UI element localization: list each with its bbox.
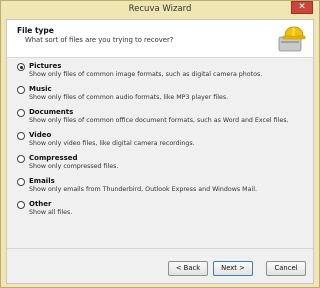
footer-divider <box>7 248 313 249</box>
option-label: Video <box>29 131 52 139</box>
close-icon: ✕ <box>298 2 306 12</box>
option-video[interactable]: Video Show only video files, like digita… <box>17 131 307 154</box>
radio-video[interactable] <box>17 132 25 140</box>
option-other[interactable]: Other Show all files. <box>17 200 307 223</box>
option-label: Emails <box>29 177 55 185</box>
option-emails[interactable]: Emails Show only emails from Thunderbird… <box>17 177 307 200</box>
radio-music[interactable] <box>17 86 25 94</box>
option-description: Show only files of common audio formats,… <box>29 94 229 101</box>
close-button[interactable]: ✕ <box>291 1 313 14</box>
radio-emails[interactable] <box>17 178 25 186</box>
option-compressed[interactable]: Compressed Show only compressed files. <box>17 154 307 177</box>
option-description: Show only files of common office documen… <box>29 117 289 124</box>
option-label: Music <box>29 85 52 93</box>
option-pictures[interactable]: Pictures Show only files of common image… <box>17 62 307 85</box>
option-label: Documents <box>29 108 74 116</box>
option-description: Show only files of common image formats,… <box>29 71 263 78</box>
option-description: Show only emails from Thunderbird, Outlo… <box>29 186 257 193</box>
next-button[interactable]: Next > <box>213 261 253 276</box>
radio-other[interactable] <box>17 201 25 209</box>
option-label: Compressed <box>29 154 78 162</box>
option-label: Other <box>29 200 52 208</box>
option-music[interactable]: Music Show only files of common audio fo… <box>17 85 307 108</box>
radio-compressed[interactable] <box>17 155 25 163</box>
page-subtitle: What sort of files are you trying to rec… <box>25 36 174 44</box>
radio-pictures[interactable] <box>17 63 25 71</box>
wizard-header: File type What sort of files are you try… <box>7 20 313 58</box>
option-description: Show all files. <box>29 209 73 216</box>
recuva-logo-icon <box>278 26 306 52</box>
option-label: Pictures <box>29 62 62 70</box>
wizard-body: File type What sort of files are you try… <box>6 19 314 284</box>
title-bar: Recuva Wizard ✕ <box>1 1 319 19</box>
cancel-button[interactable]: Cancel <box>266 261 306 276</box>
option-description: Show only video files, like digital came… <box>29 140 195 147</box>
page-title: File type <box>17 26 54 35</box>
option-documents[interactable]: Documents Show only files of common offi… <box>17 108 307 131</box>
back-button[interactable]: < Back <box>168 261 208 276</box>
wizard-window: Recuva Wizard ✕ File type What sort of f… <box>0 0 320 288</box>
window-title: Recuva Wizard <box>128 4 192 14</box>
radio-documents[interactable] <box>17 109 25 117</box>
option-description: Show only compressed files. <box>29 163 119 170</box>
file-type-options: Pictures Show only files of common image… <box>17 62 307 223</box>
